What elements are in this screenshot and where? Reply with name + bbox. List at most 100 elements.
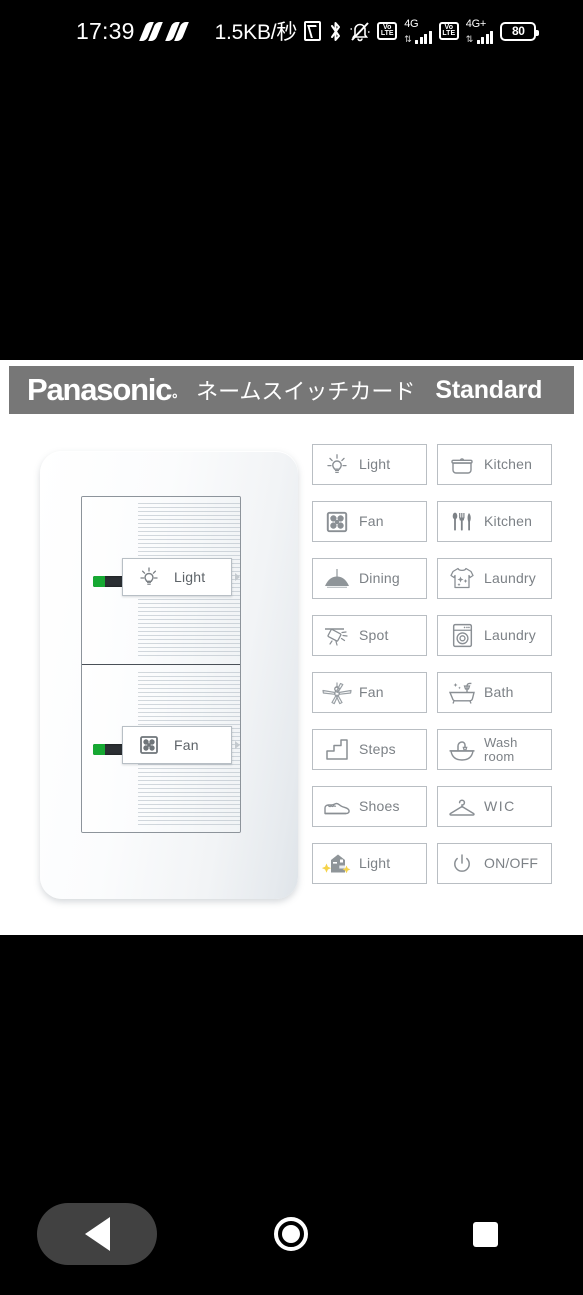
card-wic[interactable]: WIC bbox=[437, 786, 552, 827]
phone-screen: 17:39 1.5KB/秒 Vo LTE 4G ⇅ Vo LTE 4G+ ⇅ 8… bbox=[0, 0, 583, 1295]
status-bar-right: 1.5KB/秒 Vo LTE 4G ⇅ Vo LTE 4G+ ⇅ 80 bbox=[214, 16, 540, 46]
switch-plate-photo: Light Fan bbox=[36, 445, 302, 903]
card-porch-light[interactable]: Light bbox=[312, 843, 427, 884]
card-label: Wash room bbox=[484, 734, 518, 764]
name-card-grid: Light Kitchen Fan Kitchen Dining Laundry… bbox=[312, 444, 552, 884]
card-wash-room[interactable]: Wash room bbox=[437, 729, 552, 770]
battery-percent-text: 80 bbox=[511, 24, 525, 38]
porch-light-icon bbox=[321, 849, 353, 879]
rocker-switch-light[interactable]: Light bbox=[82, 497, 240, 665]
rocker-switch-fan[interactable]: Fan bbox=[82, 666, 240, 832]
led-indicator-fan bbox=[93, 744, 124, 755]
card-shoes[interactable]: Shoes bbox=[312, 786, 427, 827]
mute-bell-icon bbox=[350, 21, 370, 42]
home-circle-icon bbox=[274, 1217, 309, 1251]
power-icon bbox=[446, 849, 478, 879]
card-laundry-washer[interactable]: Laundry bbox=[437, 615, 552, 656]
signal-sim2: 4G+ ⇅ bbox=[465, 17, 494, 44]
card-label: Kitchen bbox=[484, 513, 533, 530]
card-label: WIC bbox=[484, 798, 516, 815]
wall-plate: Light Fan bbox=[40, 451, 298, 899]
card-kitchen-cutlery[interactable]: Kitchen bbox=[437, 501, 552, 542]
card-label: Light bbox=[359, 456, 391, 473]
signal-bars-sim1: ⇅ bbox=[404, 30, 432, 44]
swirl-icon bbox=[142, 22, 161, 41]
card-label: Laundry bbox=[484, 627, 536, 644]
bulb-icon bbox=[321, 450, 353, 480]
product-variant: Standard bbox=[435, 375, 543, 404]
volte-bottom-text: LTE bbox=[380, 30, 394, 37]
name-card-label: Fan bbox=[174, 737, 199, 753]
chevron-right-icon bbox=[235, 573, 240, 581]
recents-square-icon bbox=[473, 1221, 499, 1247]
network-type-sim2: 4G+ bbox=[465, 17, 487, 30]
card-label: Shoes bbox=[359, 798, 400, 815]
brand-name-text: Panasonic bbox=[27, 372, 172, 407]
signal-bars-sim2: ⇅ bbox=[465, 30, 494, 44]
led-indicator-light bbox=[93, 576, 124, 587]
card-bath[interactable]: Bath bbox=[437, 672, 552, 713]
shoe-icon bbox=[321, 792, 353, 822]
brand-mark-text: 。 bbox=[172, 385, 185, 401]
switch-body: Light Fan bbox=[81, 496, 241, 833]
cutlery-icon bbox=[446, 507, 478, 537]
panasonic-logo: Panasonic。 bbox=[27, 372, 185, 408]
status-bar: 17:39 1.5KB/秒 Vo LTE 4G ⇅ Vo LTE 4G+ ⇅ 8… bbox=[0, 0, 583, 62]
card-steps[interactable]: Steps bbox=[312, 729, 427, 770]
panasonic-header-bar: Panasonic。 ネームスイッチカード Standard bbox=[9, 366, 574, 414]
card-label: Fan bbox=[359, 513, 384, 530]
back-arrow-icon bbox=[84, 1217, 110, 1251]
vent-fan-icon bbox=[133, 730, 165, 760]
card-label: ON/OFF bbox=[484, 855, 539, 872]
name-card-fan: Fan bbox=[122, 726, 240, 764]
home-dot bbox=[282, 1225, 301, 1243]
washer-icon bbox=[446, 621, 478, 651]
network-type-sim1: 4G bbox=[404, 17, 419, 30]
image-content-panel: Panasonic。 ネームスイッチカード Standard Light Fan… bbox=[0, 360, 583, 935]
card-laundry-tshirt[interactable]: Laundry bbox=[437, 558, 552, 599]
hanger-icon bbox=[446, 792, 478, 822]
bluetooth-icon bbox=[328, 21, 343, 42]
data-arrows-icon: ⇅ bbox=[404, 33, 412, 44]
system-navigation-bar bbox=[0, 1173, 583, 1295]
card-dining[interactable]: Dining bbox=[312, 558, 427, 599]
data-rate-text: 1.5KB/秒 bbox=[214, 21, 298, 44]
pendant-lamp-icon bbox=[321, 564, 353, 594]
card-label: Light bbox=[359, 855, 391, 872]
card-label: Dining bbox=[359, 570, 400, 587]
data-arrows-icon: ⇅ bbox=[465, 33, 474, 44]
back-button-pressed-highlight[interactable] bbox=[37, 1203, 158, 1265]
card-spot[interactable]: Spot bbox=[312, 615, 427, 656]
name-card-label: Light bbox=[174, 569, 206, 585]
vent-fan-icon bbox=[321, 507, 353, 537]
bulb-icon bbox=[133, 562, 165, 592]
nfc-icon bbox=[304, 21, 322, 41]
status-bar-left: 17:39 bbox=[76, 19, 187, 43]
pot-icon bbox=[446, 450, 478, 480]
card-light-bulb[interactable]: Light bbox=[312, 444, 427, 485]
card-fan-vent[interactable]: Fan bbox=[312, 501, 427, 542]
card-label: Spot bbox=[359, 627, 389, 644]
volte-bottom-text: LTE bbox=[442, 30, 456, 37]
washbasin-icon bbox=[446, 735, 478, 765]
tshirt-icon bbox=[446, 564, 478, 594]
signal-sim1: 4G ⇅ bbox=[404, 17, 432, 44]
bathtub-icon bbox=[446, 678, 478, 708]
card-label: Kitchen bbox=[484, 456, 533, 473]
volte-badge-sim2: Vo LTE bbox=[438, 22, 459, 40]
back-button[interactable] bbox=[37, 1203, 158, 1265]
name-card-light: Light bbox=[122, 558, 240, 596]
card-ceiling-fan[interactable]: Fan bbox=[312, 672, 427, 713]
card-label: Fan bbox=[359, 684, 384, 701]
product-name-jp: ネームスイッチカード bbox=[196, 380, 416, 405]
recents-button[interactable] bbox=[426, 1204, 546, 1264]
card-label: Steps bbox=[359, 741, 396, 758]
volte-badge-sim1: Vo LTE bbox=[377, 22, 398, 40]
spotlight-icon bbox=[321, 621, 353, 651]
battery-icon: 80 bbox=[500, 21, 540, 41]
home-button[interactable] bbox=[231, 1204, 351, 1264]
stairs-icon bbox=[321, 735, 353, 765]
card-on-off[interactable]: ON/OFF bbox=[437, 843, 552, 884]
card-kitchen-pot[interactable]: Kitchen bbox=[437, 444, 552, 485]
swirl-icon bbox=[168, 22, 187, 41]
